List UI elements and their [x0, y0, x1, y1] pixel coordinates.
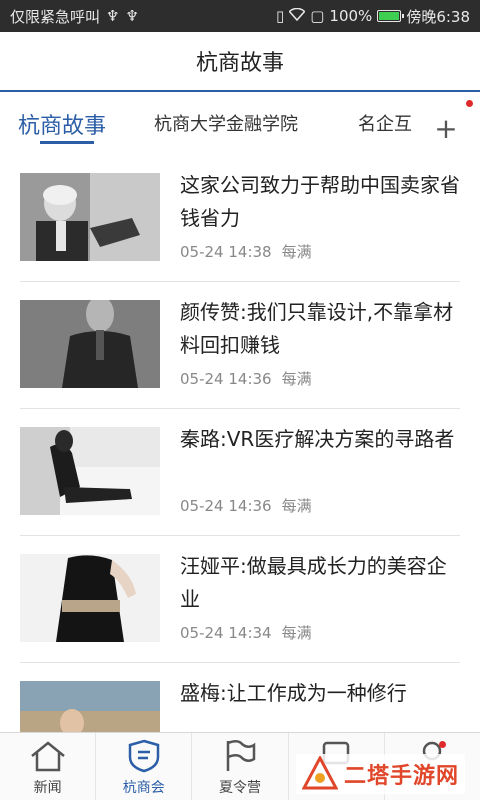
nav-label: 杭商会 [122, 780, 165, 796]
article-thumbnail [20, 427, 160, 515]
list-item[interactable]: 汪娅平:做最具成长力的美容企业 05-24 14:34 每满 [20, 536, 460, 663]
usb-icon: ♆ [125, 7, 139, 25]
vibrate-icon: ▯ [275, 7, 285, 25]
status-bar: 仅限紧急呼叫 ♆ ♆ ▯ ▢ 100% 傍晚6:38 [0, 0, 480, 32]
home-icon [30, 741, 65, 772]
article-meta: 05-24 14:36 每满 [180, 368, 312, 389]
article-source: 每满 [281, 243, 312, 261]
flag-icon [226, 740, 256, 771]
watermark: 二塔手游网 [296, 754, 466, 794]
article-title: 盛梅:让工作成为一种修行 [180, 681, 407, 705]
watermark-text: 二塔手游网 [344, 764, 460, 789]
list-item[interactable]: 秦路:VR医疗解决方案的寻路者 05-24 14:36 每满 [20, 409, 460, 536]
carrier-text: 仅限紧急呼叫 [10, 7, 101, 26]
notification-dot [439, 741, 447, 748]
logo-icon [302, 756, 338, 790]
active-tab-indicator [40, 141, 94, 144]
article-thumbnail [20, 300, 160, 388]
article-list: 这家公司致力于帮助中国卖家省钱省力 05-24 14:38 每满 颜传赞:我们只靠… [0, 155, 480, 790]
article-title: 这家公司致力于帮助中国卖家省钱省力 [180, 173, 460, 230]
notification-dot [466, 100, 473, 107]
article-date: 05-24 14:38 [180, 243, 272, 261]
article-meta: 05-24 14:34 每满 [180, 622, 312, 643]
wifi-icon [288, 7, 306, 25]
app-header: 杭商故事 [0, 32, 480, 92]
article-thumbnail [20, 173, 160, 261]
tab-famous-companies[interactable]: 名企互 [358, 110, 414, 136]
list-item[interactable]: 颜传赞:我们只靠设计,不靠拿材料回扣赚钱 05-24 14:36 每满 [20, 282, 460, 409]
tab-hangshang-story[interactable]: 杭商故事 [18, 108, 106, 140]
article-date: 05-24 14:36 [180, 497, 272, 515]
tab-finance-college[interactable]: 杭商大学金融学院 [154, 110, 298, 136]
nav-news[interactable]: 新闻 [0, 733, 97, 800]
article-source: 每满 [281, 497, 312, 515]
usb-icon: ♆ [106, 7, 120, 25]
page-title: 杭商故事 [195, 51, 284, 76]
article-title: 汪娅平:做最具成长力的美容企业 [180, 554, 447, 611]
article-date: 05-24 14:34 [180, 624, 272, 642]
nav-label: 夏令营 [219, 780, 261, 796]
article-source: 每满 [281, 370, 312, 388]
battery-percent: 100% [329, 7, 373, 25]
list-item[interactable]: 这家公司致力于帮助中国卖家省钱省力 05-24 14:38 每满 [20, 155, 460, 282]
plus-icon[interactable]: + [420, 108, 472, 148]
battery-icon [377, 10, 405, 22]
article-title: 秦路:VR医疗解决方案的寻路者 [180, 427, 455, 451]
shield-icon [128, 739, 160, 773]
clock: 傍晚6:38 [406, 7, 470, 26]
nav-chamber[interactable]: 杭商会 [96, 733, 193, 800]
article-meta: 05-24 14:36 每满 [180, 495, 312, 516]
article-title: 颜传赞:我们只靠设计,不靠拿材料回扣赚钱 [180, 300, 454, 357]
nav-camp[interactable]: 夏令营 [192, 733, 289, 800]
article-thumbnail [20, 554, 160, 642]
article-source: 每满 [281, 624, 312, 642]
category-tabs: 杭商故事 杭商大学金融学院 名企互 [0, 92, 480, 152]
article-meta: 05-24 14:38 每满 [180, 241, 312, 262]
sim-icon: ▢ [310, 7, 325, 25]
nav-label: 新闻 [33, 780, 62, 796]
article-date: 05-24 14:36 [180, 370, 272, 388]
